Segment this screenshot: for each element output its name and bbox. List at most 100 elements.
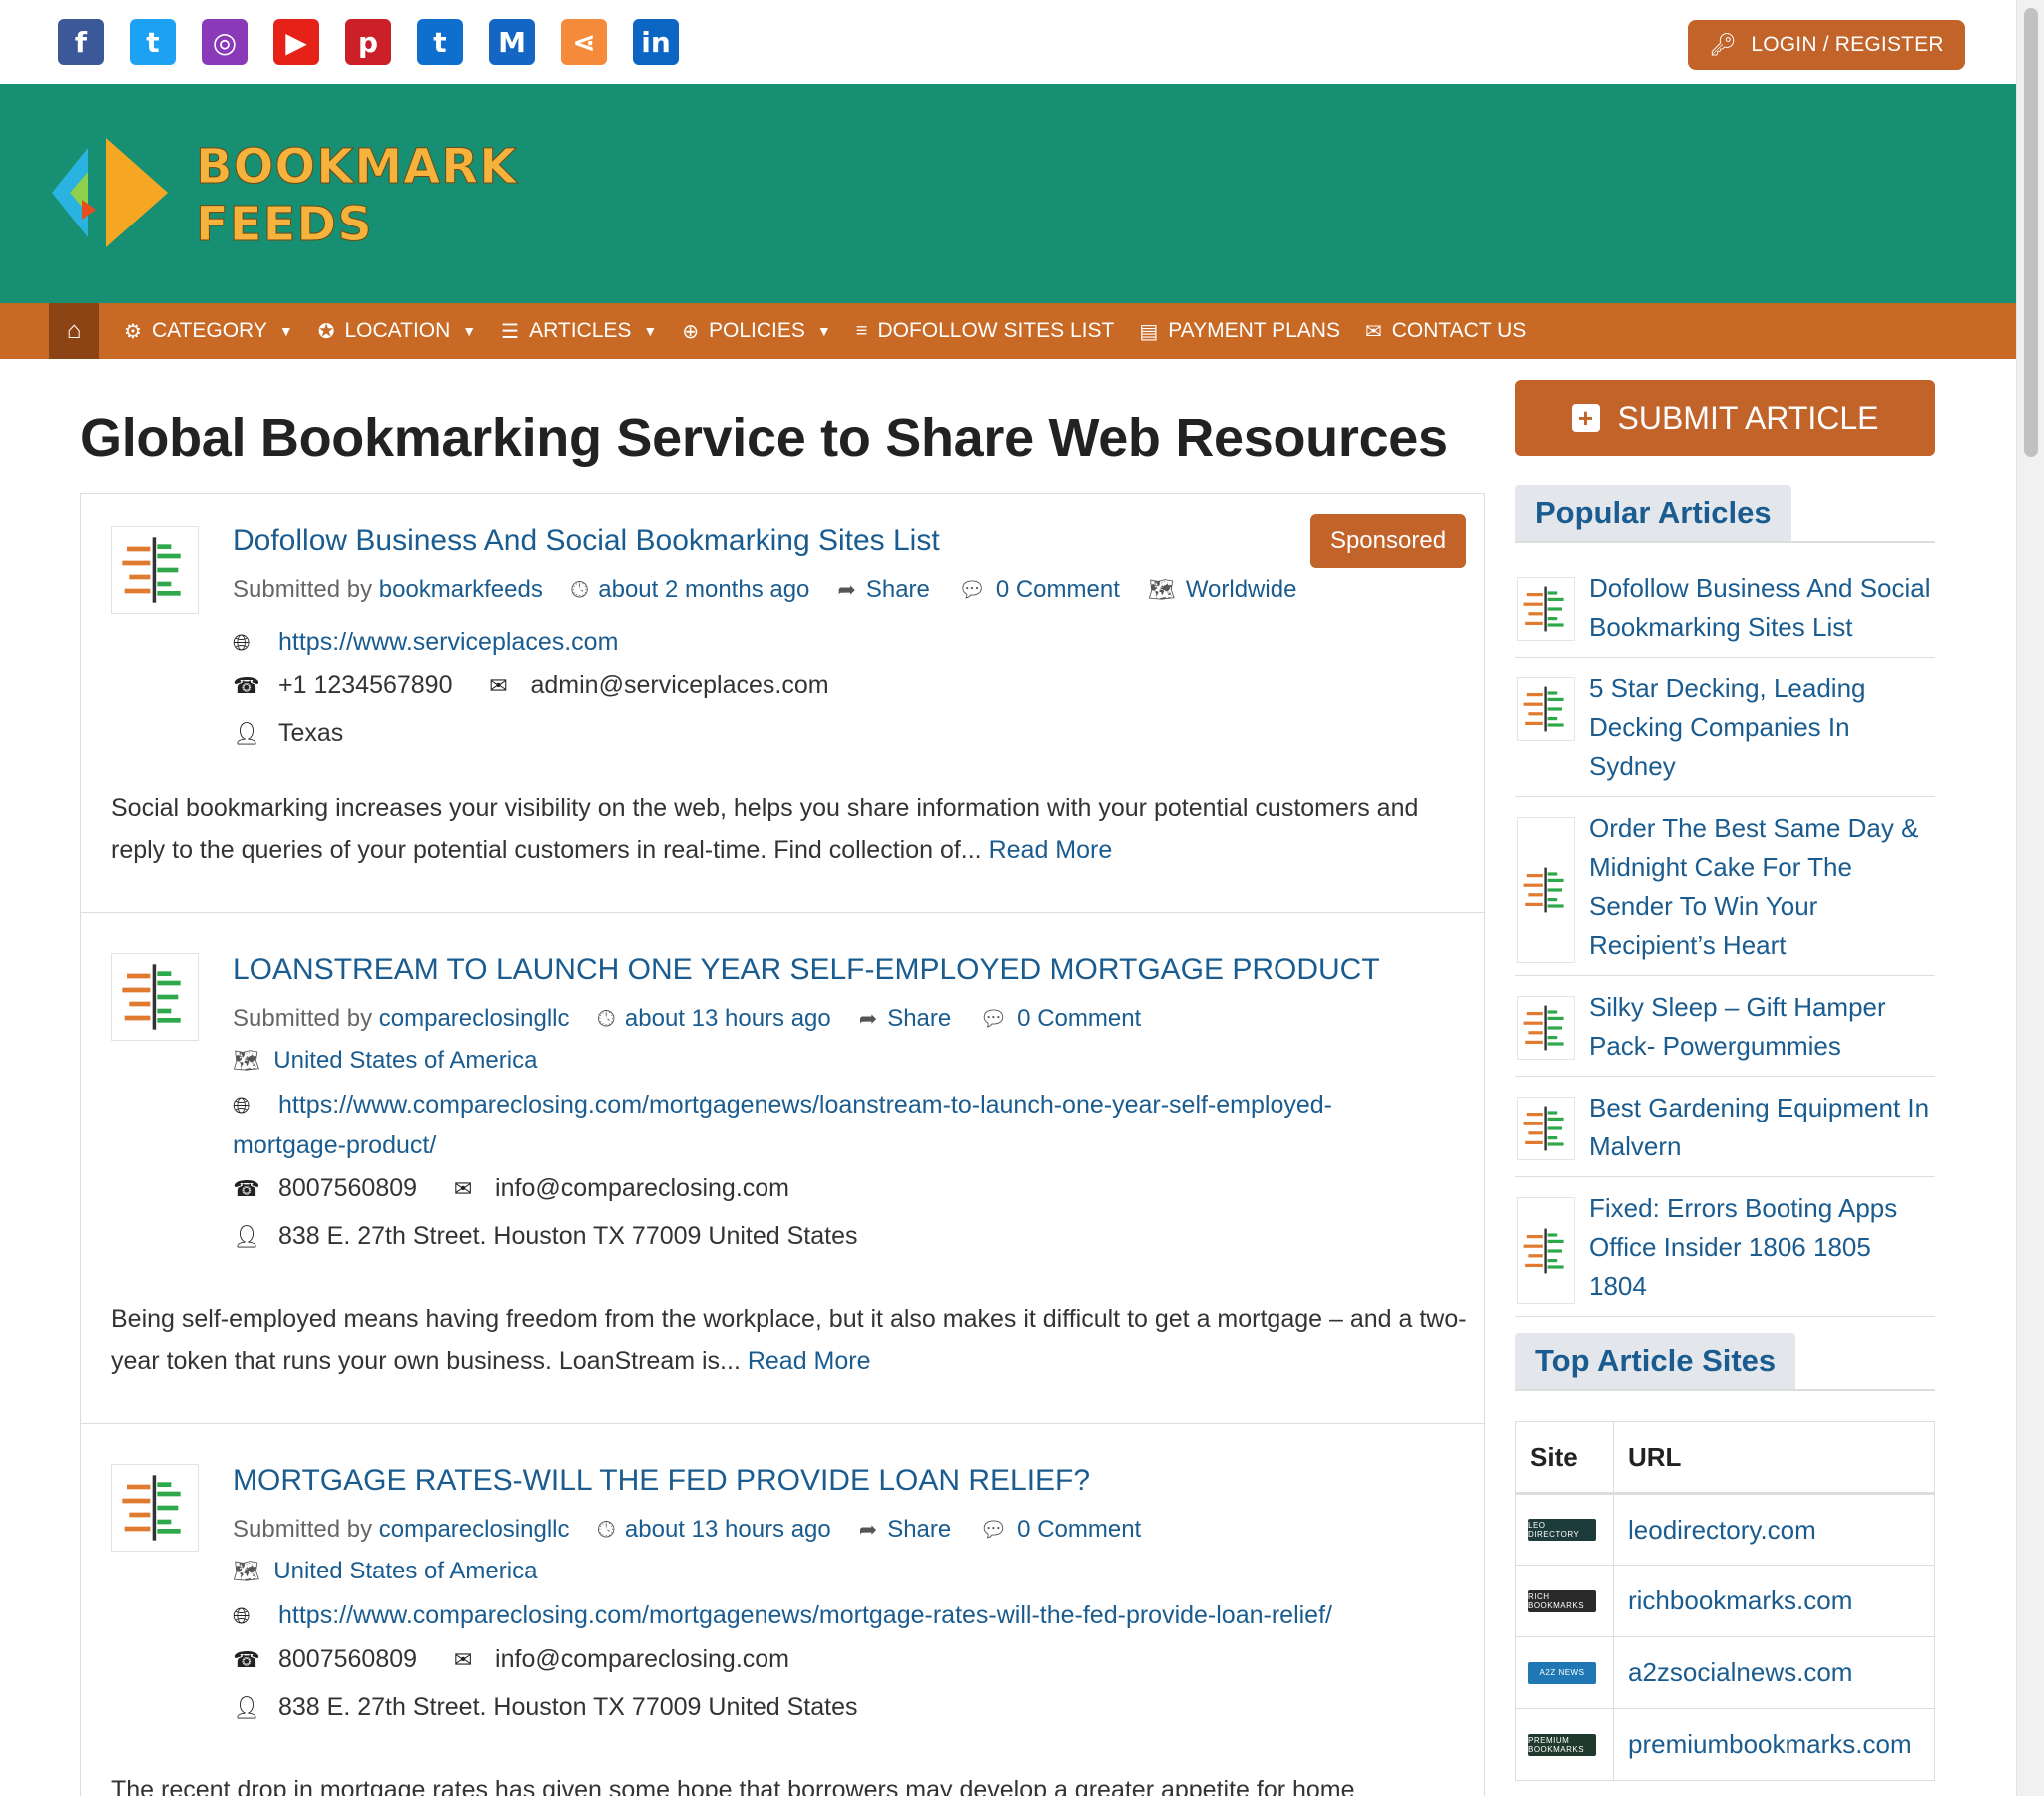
site-logo[interactable]: LEO DIRECTORY	[1528, 1519, 1596, 1541]
submitted-by-label: Submitted by	[233, 576, 373, 603]
contact-row: ☎ 8007560809 ✉ info@compareclosing.com	[233, 1174, 789, 1203]
share-link[interactable]: Share	[887, 1005, 951, 1033]
popular-article-item[interactable]: Order The Best Same Day & Midnight Cake …	[1515, 797, 1935, 976]
site-logo[interactable]: BOOKMARK FEEDS	[48, 128, 517, 257]
popular-article-link[interactable]: Silky Sleep – Gift Hamper Pack- Powergum…	[1589, 992, 1886, 1061]
popular-article-thumbnail[interactable]	[1517, 996, 1575, 1060]
popular-article-thumbnail[interactable]	[1517, 1197, 1575, 1304]
social-icons: f t ◎ ▶ p t M ⋖ in	[58, 19, 679, 65]
article-title-link[interactable]: Dofollow Business And Social Bookmarking…	[233, 524, 940, 558]
nav-item-category[interactable]: ⚙ CATEGORY ▼	[124, 319, 293, 344]
popular-article-link[interactable]: Fixed: Errors Booting Apps Office Inside…	[1589, 1193, 1897, 1301]
popular-article-link[interactable]: Dofollow Business And Social Bookmarking…	[1589, 573, 1931, 642]
site-logo[interactable]: PREMIUM BOOKMARKS	[1528, 1733, 1596, 1756]
share-link[interactable]: Share	[887, 1516, 951, 1544]
popular-articles-list: Dofollow Business And Social Bookmarking…	[1515, 557, 1935, 1317]
comment-link[interactable]: 0 Comment	[996, 576, 1120, 604]
nav-home-button[interactable]: ⌂	[49, 303, 99, 359]
popular-article-item[interactable]: Best Gardening Equipment In Malvern	[1515, 1077, 1935, 1177]
twitter-icon[interactable]: t	[130, 19, 176, 65]
logo-text-line2: FEEDS	[195, 197, 373, 253]
key-icon: 🔑︎	[1709, 32, 1738, 57]
site-logo[interactable]: RICH BOOKMARKS	[1528, 1589, 1596, 1612]
article-thumbnail[interactable]	[111, 953, 199, 1041]
website-link[interactable]: https://www.compareclosing.com/mortgagen…	[233, 1091, 1332, 1159]
nav-item-label: ARTICLES	[529, 319, 632, 342]
popular-article-item[interactable]: Dofollow Business And Social Bookmarking…	[1515, 557, 1935, 658]
facebook-icon[interactable]: f	[58, 19, 104, 65]
site-url-link[interactable]: leodirectory.com	[1613, 1493, 1935, 1566]
phone-number: 8007560809	[278, 1645, 418, 1673]
tumblr-icon[interactable]: t	[417, 19, 463, 65]
article-title-link[interactable]: LOANSTREAM TO LAUNCH ONE YEAR SELF-EMPLO…	[233, 953, 1380, 987]
feed-logo-icon	[122, 537, 181, 603]
nav-icon: ▤	[1139, 320, 1159, 343]
article-title-link[interactable]: MORTGAGE RATES-WILL THE FED PROVIDE LOAN…	[233, 1464, 1090, 1498]
popular-article-link[interactable]: Order The Best Same Day & Midnight Cake …	[1589, 813, 1918, 960]
author-link[interactable]: bookmarkfeeds	[379, 576, 543, 604]
comment-icon: 💬︎	[979, 1517, 1008, 1542]
location-link[interactable]: Worldwide	[1186, 576, 1297, 604]
comment-link[interactable]: 0 Comment	[1017, 1516, 1141, 1544]
location-link[interactable]: United States of America	[273, 1558, 537, 1585]
popular-article-link[interactable]: Best Gardening Equipment In Malvern	[1589, 1093, 1929, 1161]
page-scrollbar[interactable]	[2016, 0, 2044, 1796]
share-icon[interactable]: ⋖	[561, 19, 607, 65]
submit-article-button[interactable]: + SUBMIT ARTICLE	[1515, 380, 1935, 456]
instagram-icon[interactable]: ◎	[202, 19, 248, 65]
login-register-button[interactable]: 🔑︎ LOGIN / REGISTER	[1688, 20, 1965, 70]
address-row: 👤︎ Texas	[233, 719, 343, 748]
site-logo[interactable]: A2Z NEWS	[1528, 1661, 1596, 1684]
popular-article-thumbnail[interactable]	[1517, 1097, 1575, 1160]
plus-icon: +	[1571, 403, 1600, 433]
popular-article-link[interactable]: 5 Star Decking, Leading Decking Companie…	[1589, 674, 1866, 781]
share-link[interactable]: Share	[866, 576, 930, 604]
nav-item-contact-us[interactable]: ✉ CONTACT US	[1365, 319, 1526, 344]
article-card: MORTGAGE RATES-WILL THE FED PROVIDE LOAN…	[81, 1424, 1484, 1796]
globe-icon: 🌐︎	[233, 1603, 251, 1628]
pinterest-icon[interactable]: p	[345, 19, 391, 65]
author-link[interactable]: compareclosingllc	[379, 1516, 570, 1544]
popular-article-thumbnail[interactable]	[1517, 577, 1575, 641]
excerpt-text: Social bookmarking increases your visibi…	[111, 794, 1419, 864]
nav-item-payment-plans[interactable]: ▤ PAYMENT PLANS	[1139, 319, 1340, 344]
comment-link[interactable]: 0 Comment	[1017, 1005, 1141, 1033]
article-thumbnail[interactable]	[111, 526, 199, 614]
site-url-link[interactable]: richbookmarks.com	[1613, 1565, 1935, 1637]
nav-item-articles[interactable]: ☰ ARTICLES ▼	[501, 319, 657, 344]
popular-article-item[interactable]: Silky Sleep – Gift Hamper Pack- Powergum…	[1515, 976, 1935, 1077]
main-nav: ⌂ ⚙ CATEGORY ▼ ✪ LOCATION ▼ ☰ ARTICLES ▼ ⊕ POLICIE…	[0, 303, 2016, 359]
feed-logo-icon	[1523, 1005, 1564, 1051]
site-url-link[interactable]: premiumbookmarks.com	[1613, 1708, 1935, 1781]
globe-icon: 🌐︎	[233, 630, 251, 655]
nav-item-dofollow-sites-list[interactable]: ≡ DOFOLLOW SITES LIST	[856, 319, 1115, 343]
author-link[interactable]: compareclosingllc	[379, 1005, 570, 1033]
phone-icon: ☎	[233, 1646, 260, 1672]
read-more-link[interactable]: Read More	[989, 836, 1113, 864]
time-link[interactable]: about 2 months ago	[598, 576, 809, 604]
popular-article-item[interactable]: 5 Star Decking, Leading Decking Companie…	[1515, 658, 1935, 797]
linkedin-icon[interactable]: in	[633, 19, 679, 65]
youtube-icon[interactable]: ▶	[273, 19, 319, 65]
time-link[interactable]: about 13 hours ago	[625, 1516, 831, 1544]
site-url-link[interactable]: a2zsocialnews.com	[1613, 1636, 1935, 1709]
nav-icon: ⊕	[682, 320, 700, 343]
website-link[interactable]: https://www.compareclosing.com/mortgagen…	[278, 1601, 1332, 1629]
nav-item-policies[interactable]: ⊕ POLICIES ▼	[682, 319, 831, 344]
site-logo-cell: LEO DIRECTORY	[1515, 1493, 1614, 1566]
nav-item-location[interactable]: ✪ LOCATION ▼	[318, 319, 476, 344]
article-meta: Submitted by bookmarkfeeds 🕓︎ about 2 mon…	[233, 576, 1296, 604]
top-sites-header: Top Article Sites	[1515, 1333, 1935, 1391]
clock-icon: 🕓︎	[597, 1006, 615, 1031]
medium-icon[interactable]: M	[489, 19, 535, 65]
website-link[interactable]: https://www.serviceplaces.com	[278, 628, 618, 656]
read-more-link[interactable]: Read More	[748, 1347, 871, 1375]
popular-article-thumbnail[interactable]	[1517, 677, 1575, 741]
nav-icon: ≡	[855, 319, 868, 342]
time-link[interactable]: about 13 hours ago	[625, 1005, 831, 1033]
article-thumbnail[interactable]	[111, 1464, 199, 1552]
popular-article-item[interactable]: Fixed: Errors Booting Apps Office Inside…	[1515, 1177, 1935, 1317]
scrollbar-thumb[interactable]	[2024, 8, 2038, 457]
popular-article-thumbnail[interactable]	[1517, 817, 1575, 963]
location-link[interactable]: United States of America	[273, 1047, 537, 1075]
